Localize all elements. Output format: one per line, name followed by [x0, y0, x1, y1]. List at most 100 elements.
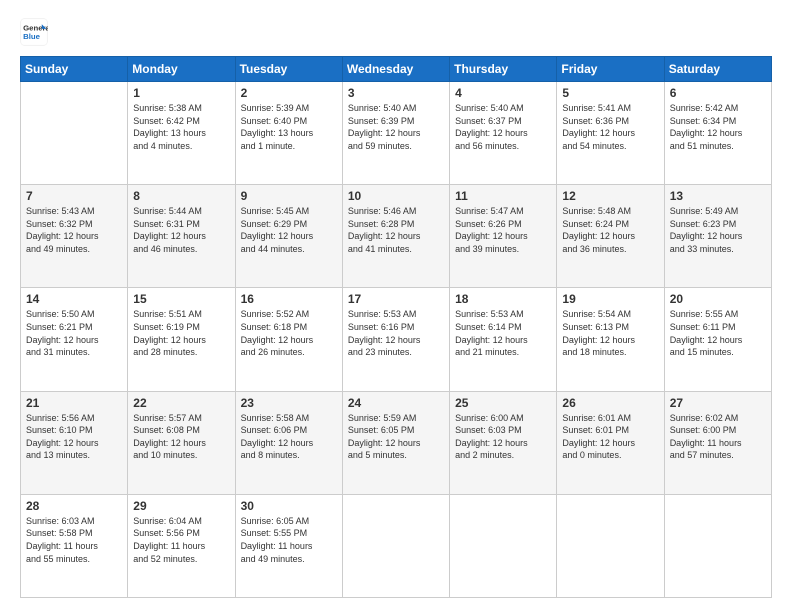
calendar-cell: 1 Sunrise: 5:38 AMSunset: 6:42 PMDaylight…: [128, 82, 235, 185]
logo: General Blue: [20, 18, 52, 46]
calendar-cell: 6 Sunrise: 5:42 AMSunset: 6:34 PMDaylight…: [664, 82, 771, 185]
day-number: 18: [455, 292, 551, 306]
day-info: Sunrise: 5:47 AMSunset: 6:26 PMDaylight:…: [455, 205, 551, 255]
day-info: Sunrise: 5:42 AMSunset: 6:34 PMDaylight:…: [670, 102, 766, 152]
day-number: 15: [133, 292, 229, 306]
day-number: 6: [670, 86, 766, 100]
weekday-header-tuesday: Tuesday: [235, 57, 342, 82]
calendar-cell: 27 Sunrise: 6:02 AMSunset: 6:00 PMDayligh…: [664, 391, 771, 494]
day-info: Sunrise: 5:48 AMSunset: 6:24 PMDaylight:…: [562, 205, 658, 255]
logo-icon: General Blue: [20, 18, 48, 46]
day-info: Sunrise: 5:55 AMSunset: 6:11 PMDaylight:…: [670, 308, 766, 358]
day-info: Sunrise: 5:40 AMSunset: 6:39 PMDaylight:…: [348, 102, 444, 152]
day-info: Sunrise: 5:46 AMSunset: 6:28 PMDaylight:…: [348, 205, 444, 255]
day-info: Sunrise: 5:53 AMSunset: 6:14 PMDaylight:…: [455, 308, 551, 358]
calendar-week-row: 7Sunrise: 5:43 AMSunset: 6:32 PMDaylight…: [21, 185, 772, 288]
calendar-cell: 26 Sunrise: 6:01 AMSunset: 6:01 PMDayligh…: [557, 391, 664, 494]
calendar-cell: 18 Sunrise: 5:53 AMSunset: 6:14 PMDayligh…: [450, 288, 557, 391]
day-number: 21: [26, 396, 122, 410]
calendar-cell: 29Sunrise: 6:04 AMSunset: 5:56 PMDayligh…: [128, 494, 235, 597]
calendar-cell: 23Sunrise: 5:58 AMSunset: 6:06 PMDayligh…: [235, 391, 342, 494]
calendar-cell: 4Sunrise: 5:40 AMSunset: 6:37 PMDaylight…: [450, 82, 557, 185]
calendar-table: SundayMondayTuesdayWednesdayThursdayFrid…: [20, 56, 772, 598]
calendar-cell: 19 Sunrise: 5:54 AMSunset: 6:13 PMDayligh…: [557, 288, 664, 391]
calendar-cell: 17Sunrise: 5:53 AMSunset: 6:16 PMDayligh…: [342, 288, 449, 391]
day-info: Sunrise: 5:44 AMSunset: 6:31 PMDaylight:…: [133, 205, 229, 255]
calendar-cell: [450, 494, 557, 597]
day-number: 27: [670, 396, 766, 410]
weekday-header-row: SundayMondayTuesdayWednesdayThursdayFrid…: [21, 57, 772, 82]
calendar-cell: 8 Sunrise: 5:44 AMSunset: 6:31 PMDaylight…: [128, 185, 235, 288]
calendar-cell: 28 Sunrise: 6:03 AMSunset: 5:58 PMDayligh…: [21, 494, 128, 597]
day-number: 7: [26, 189, 122, 203]
day-number: 1: [133, 86, 229, 100]
day-number: 28: [26, 499, 122, 513]
day-info: Sunrise: 5:54 AMSunset: 6:13 PMDaylight:…: [562, 308, 658, 358]
day-number: 2: [241, 86, 337, 100]
calendar-cell: 22 Sunrise: 5:57 AMSunset: 6:08 PMDayligh…: [128, 391, 235, 494]
day-number: 11: [455, 189, 551, 203]
day-number: 10: [348, 189, 444, 203]
day-number: 12: [562, 189, 658, 203]
header: General Blue: [20, 18, 772, 46]
calendar-week-row: 28 Sunrise: 6:03 AMSunset: 5:58 PMDayligh…: [21, 494, 772, 597]
day-info: Sunrise: 6:01 AMSunset: 6:01 PMDaylight:…: [562, 412, 658, 462]
day-info: Sunrise: 5:50 AMSunset: 6:21 PMDaylight:…: [26, 308, 122, 358]
weekday-header-saturday: Saturday: [664, 57, 771, 82]
weekday-header-wednesday: Wednesday: [342, 57, 449, 82]
calendar-cell: 10 Sunrise: 5:46 AMSunset: 6:28 PMDayligh…: [342, 185, 449, 288]
day-info: Sunrise: 5:52 AMSunset: 6:18 PMDaylight:…: [241, 308, 337, 358]
day-number: 24: [348, 396, 444, 410]
day-info: Sunrise: 6:04 AMSunset: 5:56 PMDaylight:…: [133, 515, 229, 565]
day-info: Sunrise: 6:05 AMSunset: 5:55 PMDaylight:…: [241, 515, 337, 565]
day-number: 5: [562, 86, 658, 100]
day-number: 20: [670, 292, 766, 306]
weekday-header-sunday: Sunday: [21, 57, 128, 82]
calendar-week-row: 14 Sunrise: 5:50 AMSunset: 6:21 PMDayligh…: [21, 288, 772, 391]
calendar-cell: 2 Sunrise: 5:39 AMSunset: 6:40 PMDaylight…: [235, 82, 342, 185]
day-info: Sunrise: 5:39 AMSunset: 6:40 PMDaylight:…: [241, 102, 337, 152]
day-info: Sunrise: 5:38 AMSunset: 6:42 PMDaylight:…: [133, 102, 229, 152]
calendar-cell: 14 Sunrise: 5:50 AMSunset: 6:21 PMDayligh…: [21, 288, 128, 391]
calendar-cell: 20 Sunrise: 5:55 AMSunset: 6:11 PMDayligh…: [664, 288, 771, 391]
calendar-cell: 11 Sunrise: 5:47 AMSunset: 6:26 PMDayligh…: [450, 185, 557, 288]
day-number: 30: [241, 499, 337, 513]
calendar-cell: 30 Sunrise: 6:05 AMSunset: 5:55 PMDayligh…: [235, 494, 342, 597]
day-info: Sunrise: 5:53 AMSunset: 6:16 PMDaylight:…: [348, 308, 444, 358]
day-info: Sunrise: 5:51 AMSunset: 6:19 PMDaylight:…: [133, 308, 229, 358]
day-info: Sunrise: 5:45 AMSunset: 6:29 PMDaylight:…: [241, 205, 337, 255]
weekday-header-monday: Monday: [128, 57, 235, 82]
day-info: Sunrise: 5:58 AMSunset: 6:06 PMDaylight:…: [241, 412, 337, 462]
svg-text:Blue: Blue: [23, 32, 41, 41]
day-info: Sunrise: 6:03 AMSunset: 5:58 PMDaylight:…: [26, 515, 122, 565]
day-number: 26: [562, 396, 658, 410]
day-number: 9: [241, 189, 337, 203]
day-number: 8: [133, 189, 229, 203]
calendar-cell: [557, 494, 664, 597]
day-number: 16: [241, 292, 337, 306]
calendar-cell: 9 Sunrise: 5:45 AMSunset: 6:29 PMDaylight…: [235, 185, 342, 288]
calendar-cell: [664, 494, 771, 597]
calendar-cell: 3 Sunrise: 5:40 AMSunset: 6:39 PMDaylight…: [342, 82, 449, 185]
weekday-header-thursday: Thursday: [450, 57, 557, 82]
day-number: 3: [348, 86, 444, 100]
calendar-cell: [342, 494, 449, 597]
calendar-cell: [21, 82, 128, 185]
weekday-header-friday: Friday: [557, 57, 664, 82]
page: General Blue SundayMondayTuesdayWednesda…: [0, 0, 792, 612]
calendar-week-row: 1 Sunrise: 5:38 AMSunset: 6:42 PMDaylight…: [21, 82, 772, 185]
day-number: 22: [133, 396, 229, 410]
day-info: Sunrise: 6:02 AMSunset: 6:00 PMDaylight:…: [670, 412, 766, 462]
day-info: Sunrise: 6:00 AMSunset: 6:03 PMDaylight:…: [455, 412, 551, 462]
day-number: 19: [562, 292, 658, 306]
day-number: 13: [670, 189, 766, 203]
day-info: Sunrise: 5:57 AMSunset: 6:08 PMDaylight:…: [133, 412, 229, 462]
day-info: Sunrise: 5:49 AMSunset: 6:23 PMDaylight:…: [670, 205, 766, 255]
calendar-cell: 13 Sunrise: 5:49 AMSunset: 6:23 PMDayligh…: [664, 185, 771, 288]
day-number: 14: [26, 292, 122, 306]
calendar-cell: 12 Sunrise: 5:48 AMSunset: 6:24 PMDayligh…: [557, 185, 664, 288]
calendar-week-row: 21 Sunrise: 5:56 AMSunset: 6:10 PMDayligh…: [21, 391, 772, 494]
day-info: Sunrise: 5:40 AMSunset: 6:37 PMDaylight:…: [455, 102, 551, 152]
day-info: Sunrise: 5:56 AMSunset: 6:10 PMDaylight:…: [26, 412, 122, 462]
calendar-cell: 24Sunrise: 5:59 AMSunset: 6:05 PMDayligh…: [342, 391, 449, 494]
